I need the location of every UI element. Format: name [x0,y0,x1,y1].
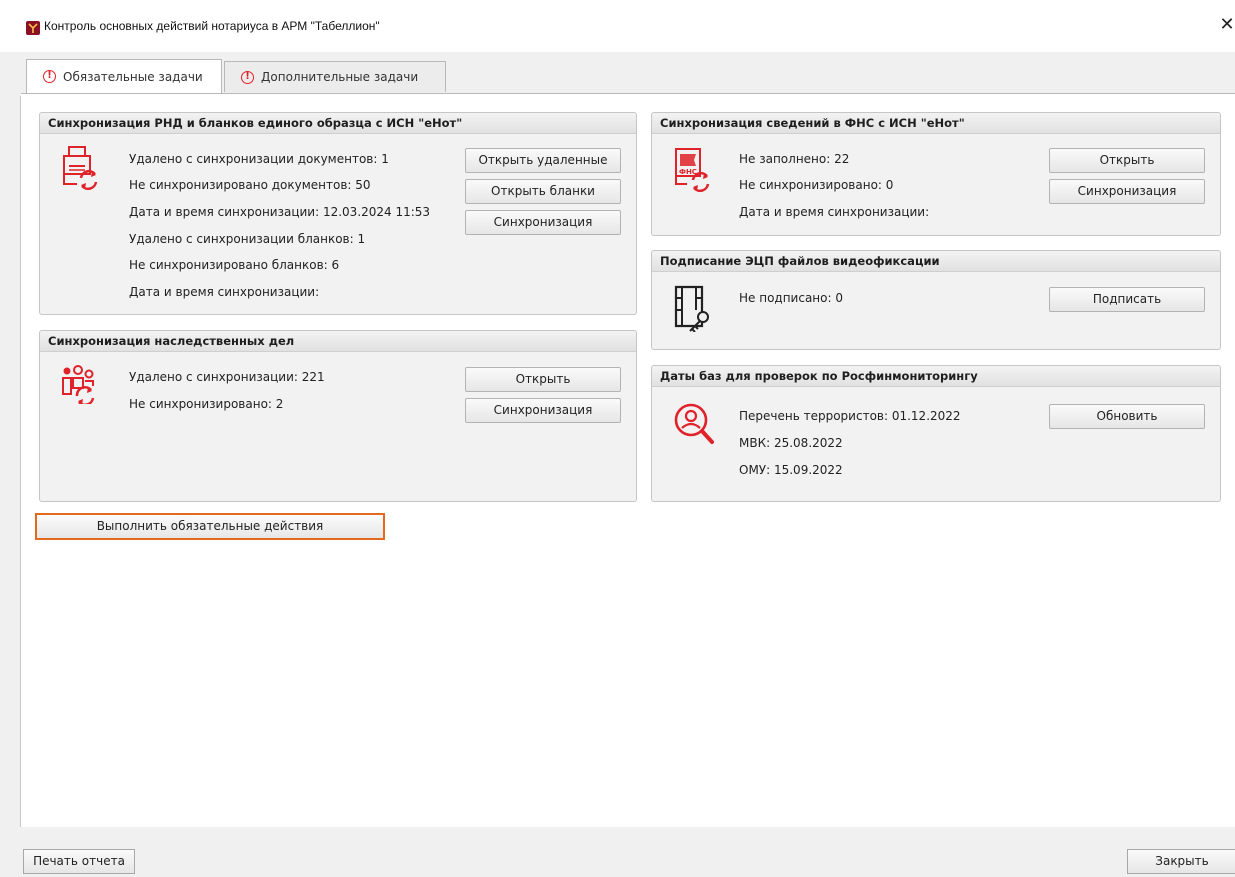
fns-unsynced: Не синхронизировано: 0 [739,178,894,192]
tab-label: Обязательные задачи [63,69,203,84]
rnd-docs-sync-datetime: Дата и время синхронизации: 12.03.2024 1… [129,205,431,219]
app-logo-icon [26,21,40,35]
tab-required-tasks[interactable]: ! Обязательные задачи [26,59,222,93]
sign-button[interactable]: Подписать [1049,287,1205,312]
update-button[interactable]: Обновить [1049,404,1205,429]
close-button[interactable]: Закрыть [1127,849,1235,874]
warning-icon: ! [241,70,254,84]
window-titlebar: Контроль основных действий нотариуса в А… [0,0,1235,52]
panel-title: Подписание ЭЦП файлов видеофиксации [652,251,1220,272]
rfm-mvk-date: МВК: 25.08.2022 [739,436,843,450]
panel-title: Синхронизация РНД и бланков единого обра… [40,113,636,134]
people-sync-icon [61,364,101,407]
window-title: Контроль основных действий нотариуса в А… [44,19,380,33]
inheritance-sync-button[interactable]: Синхронизация [465,398,621,423]
rnd-unsynced-docs: Не синхронизировано документов: 50 [129,178,371,192]
film-key-icon [673,284,713,335]
panel-rosfinmonitoring: Даты баз для проверок по Росфинмониторин… [651,365,1221,502]
execute-required-actions-button[interactable]: Выполнить обязательные действия [35,513,385,540]
panel-title: Синхронизация наследственных дел [40,331,636,352]
panel-fns-sync: Синхронизация сведений в ФНС с ИСН "еНот… [651,112,1221,236]
rnd-sync-button[interactable]: Синхронизация [465,210,621,235]
warning-icon: ! [43,70,56,83]
panel-title: Даты баз для проверок по Росфинмониторин… [652,366,1220,387]
person-search-icon [673,402,717,451]
dialog-footer [0,827,1235,877]
inheritance-unsynced: Не синхронизировано: 2 [129,397,284,411]
rnd-blanks-sync-datetime: Дата и время синхронизации: [129,285,320,299]
fns-document-sync-icon: ФНС [673,146,713,195]
open-deleted-button[interactable]: Открыть удаленные [465,148,621,173]
rfm-terrorists-list-date: Перечень террористов: 01.12.2022 [739,409,961,423]
fns-sync-datetime: Дата и время синхронизации: [739,205,930,219]
tab-additional-tasks[interactable]: ! Дополнительные задачи [224,61,446,92]
window-close-button[interactable]: ✕ [1218,15,1235,35]
tab-label: Дополнительные задачи [261,70,419,84]
panel-title: Синхронизация сведений в ФНС с ИСН "еНот… [652,113,1220,134]
video-not-signed: Не подписано: 0 [739,291,843,305]
rnd-deleted-blanks: Удалено с синхронизации бланков: 1 [129,232,366,246]
print-report-button[interactable]: Печать отчета [23,849,135,874]
open-blanks-button[interactable]: Открыть бланки [465,179,621,204]
rfm-omu-date: ОМУ: 15.09.2022 [739,463,843,477]
fns-sync-button[interactable]: Синхронизация [1049,179,1205,204]
printer-sync-icon [61,144,101,193]
rnd-deleted-docs: Удалено с синхронизации документов: 1 [129,152,389,166]
inheritance-open-button[interactable]: Открыть [465,367,621,392]
inheritance-deleted: Удалено с синхронизации: 221 [129,370,325,384]
fns-open-button[interactable]: Открыть [1049,148,1205,173]
rnd-unsynced-blanks: Не синхронизировано бланков: 6 [129,258,340,272]
fns-not-filled: Не заполнено: 22 [739,152,850,166]
